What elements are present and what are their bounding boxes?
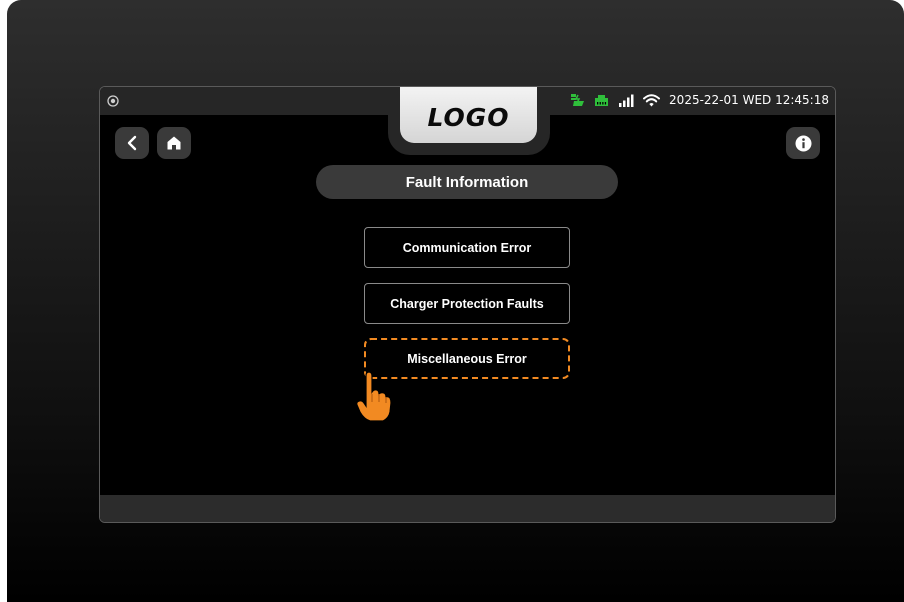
- hand-pointer-icon: [356, 372, 392, 422]
- page-title: Fault Information: [316, 165, 618, 199]
- logo-text: LOGO: [427, 103, 510, 132]
- back-icon: [127, 135, 137, 151]
- status-icons: 2025-22-01 WED 12:45:18: [569, 93, 829, 107]
- logo: LOGO: [400, 87, 537, 143]
- info-button[interactable]: [786, 127, 820, 159]
- info-icon: [795, 135, 811, 151]
- home-button[interactable]: [157, 127, 191, 159]
- charger-protection-faults-button[interactable]: Charger Protection Faults: [364, 283, 570, 324]
- ev-charging-icon: [571, 94, 585, 106]
- device-frame: 2025-22-01 WED 12:45:18 LOGO Fault Infor…: [7, 0, 904, 602]
- wifi-icon: [643, 93, 661, 106]
- back-button[interactable]: [115, 127, 149, 159]
- footer-bar: [100, 495, 835, 522]
- signal-icon: [619, 94, 634, 107]
- network-icon: [595, 94, 609, 106]
- miscellaneous-error-button[interactable]: Miscellaneous Error: [364, 338, 570, 379]
- communication-error-button[interactable]: Communication Error: [364, 227, 570, 268]
- datetime-text: 2025-22-01 WED 12:45:18: [669, 93, 829, 107]
- camera-icon: [107, 95, 119, 107]
- screen: 2025-22-01 WED 12:45:18 LOGO Fault Infor…: [99, 86, 836, 523]
- home-icon: [167, 136, 181, 150]
